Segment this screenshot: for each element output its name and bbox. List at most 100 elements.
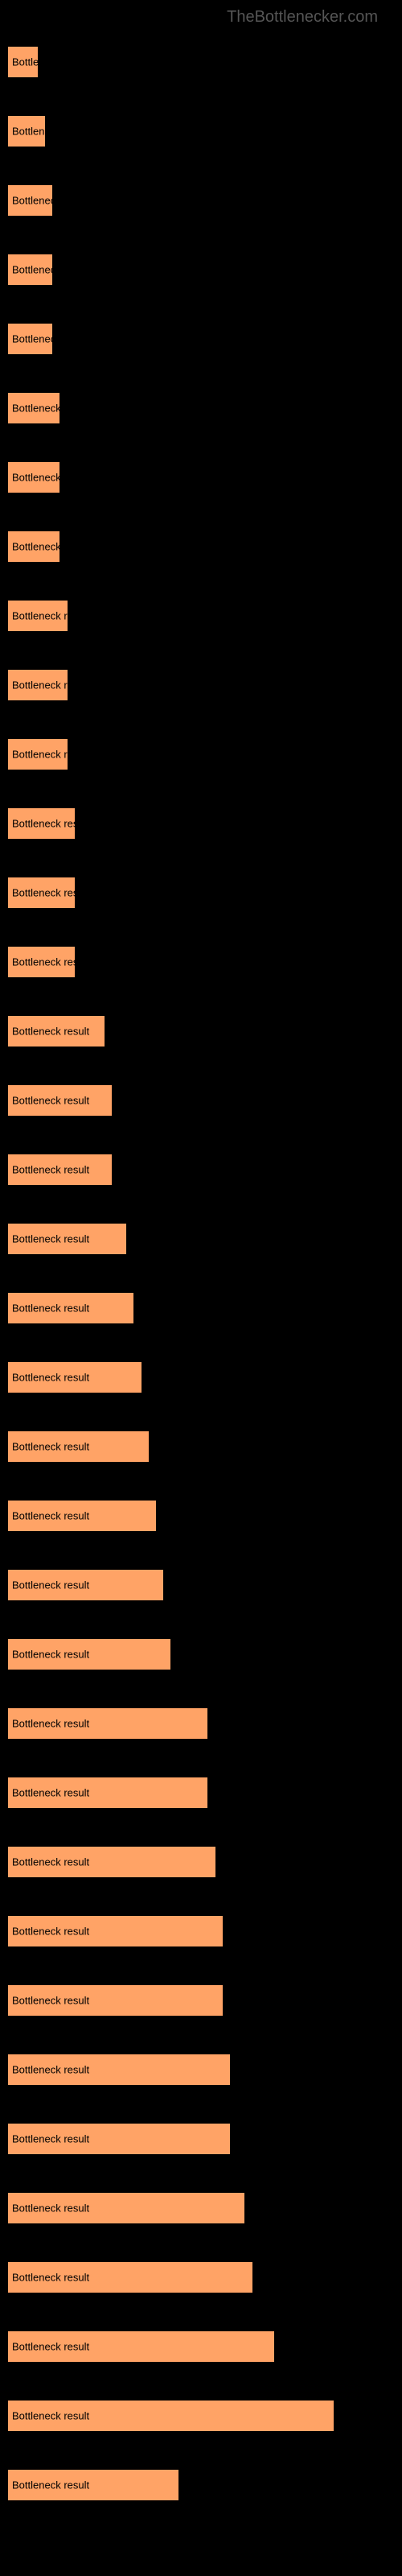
bar-inner-label: Bottleneck result: [12, 1441, 89, 1453]
bottleneck-bar: Bottleneck result: [8, 877, 75, 908]
bar-inner-label: Bottleneck result: [12, 679, 89, 691]
bar-row: Bottleneck result: [8, 324, 394, 354]
bottleneck-bar: Bottleneck result: [8, 1639, 170, 1670]
bar-row: Bottleneck result: [8, 254, 394, 285]
bottleneck-bar: Bottleneck result: [8, 324, 52, 354]
bar-inner-label: Bottleneck result: [12, 541, 89, 553]
bottleneck-bar: Bottleneck result: [8, 393, 59, 423]
bar-row: Bottleneck result: [8, 185, 394, 216]
bar-inner-label: Bottleneck result: [12, 333, 89, 345]
bar-row: Bottleneck result: [8, 1570, 394, 1600]
bar-row: Bottleneck result: [8, 116, 394, 147]
bar-inner-label: Bottleneck result: [12, 195, 89, 207]
bar-inner-label: Bottleneck result: [12, 1510, 89, 1522]
bottleneck-bar: Bottleneck result: [8, 601, 68, 631]
bar-inner-label: Bottleneck result: [12, 1926, 89, 1938]
bottleneck-bar: Bottleneck result: [8, 254, 52, 285]
bar-row: Bottleneck result: [8, 670, 394, 700]
bottleneck-bar: Bottleneck result: [8, 1154, 112, 1185]
bottleneck-bar: Bottleneck result: [8, 1501, 156, 1531]
bar-row: Bottleneck result: [8, 1847, 394, 1877]
bar-row: Bottleneck result: [8, 2262, 394, 2293]
bottleneck-bar: Bottleneck result: [8, 1708, 207, 1739]
bottleneck-chart: Bottleneck resultBottleneck resultBottle…: [8, 39, 394, 2547]
bar-row: Bottleneck result: [8, 1501, 394, 1531]
bar-inner-label: Bottleneck result: [12, 956, 89, 968]
bottleneck-bar: Bottleneck result: [8, 2124, 230, 2154]
bar-row: Bottleneck result: [8, 2054, 394, 2085]
bar-inner-label: Bottleneck result: [12, 472, 89, 484]
bottleneck-bar: Bottleneck result: [8, 1777, 207, 1808]
bar-row: Bottleneck result: [8, 1985, 394, 2016]
bar-inner-label: Bottleneck result: [12, 1856, 89, 1868]
bottleneck-bar: Bottleneck result: [8, 531, 59, 562]
bar-row: Bottleneck result: [8, 1154, 394, 1185]
bar-inner-label: Bottleneck result: [12, 1787, 89, 1799]
bar-inner-label: Bottleneck result: [12, 1995, 89, 2007]
bar-inner-label: Bottleneck result: [12, 749, 89, 761]
bottleneck-bar: Bottleneck result: [8, 2401, 334, 2431]
bar-row: Bottleneck result: [8, 1431, 394, 1462]
bar-row: Bottleneck result: [8, 2193, 394, 2223]
bar-inner-label: Bottleneck result: [12, 818, 89, 830]
bottleneck-bar: Bottleneck result: [8, 1362, 142, 1393]
bar-row: Bottleneck result: [8, 877, 394, 908]
bottleneck-bar: Bottleneck result: [8, 670, 68, 700]
bottleneck-bar: Bottleneck result: [8, 1016, 105, 1046]
bottleneck-bar: Bottleneck result: [8, 185, 52, 216]
bar-row: Bottleneck result: [8, 531, 394, 562]
bar-row: Bottleneck result: [8, 462, 394, 493]
bar-inner-label: Bottleneck result: [12, 264, 89, 276]
bar-inner-label: Bottleneck result: [12, 2202, 89, 2215]
bottleneck-bar: Bottleneck result: [8, 1916, 223, 1946]
bar-inner-label: Bottleneck result: [12, 1579, 89, 1591]
bottleneck-bar: Bottleneck result: [8, 2054, 230, 2085]
bar-row: Bottleneck result: [8, 947, 394, 977]
bottleneck-bar: Bottleneck result: [8, 1224, 126, 1254]
bar-inner-label: Bottleneck result: [12, 1649, 89, 1661]
bar-row: Bottleneck result: [8, 1777, 394, 1808]
bar-row: Bottleneck result: [8, 1016, 394, 1046]
bottleneck-bar: Bottleneck result: [8, 462, 59, 493]
bar-inner-label: Bottleneck result: [12, 887, 89, 899]
bottleneck-bar: Bottleneck result: [8, 2193, 244, 2223]
bottleneck-bar: Bottleneck result: [8, 2262, 252, 2293]
bar-row: Bottleneck result: [8, 1639, 394, 1670]
bar-row: Bottleneck result: [8, 1708, 394, 1739]
bottleneck-bar: Bottleneck result: [8, 1085, 112, 1116]
bottleneck-bar: Bottleneck result: [8, 1293, 133, 1323]
bar-inner-label: Bottleneck result: [12, 402, 89, 415]
bar-inner-label: Bottleneck result: [12, 2272, 89, 2284]
bar-row: Bottleneck result: [8, 808, 394, 839]
bar-inner-label: Bottleneck result: [12, 1718, 89, 1730]
bottleneck-bar: Bottleneck result: [8, 116, 45, 147]
bar-inner-label: Bottleneck result: [12, 1095, 89, 1107]
bar-inner-label: Bottleneck result: [12, 2341, 89, 2353]
bar-row: Bottleneck result: [8, 601, 394, 631]
bottleneck-bar: Bottleneck result: [8, 2331, 274, 2362]
bottleneck-bar: Bottleneck result: [8, 1847, 215, 1877]
bottleneck-bar: Bottleneck result: [8, 47, 38, 77]
bar-row: Bottleneck result: [8, 1224, 394, 1254]
bar-row: Bottleneck result: [8, 2470, 394, 2500]
bar-row: Bottleneck result: [8, 1362, 394, 1393]
bar-row: Bottleneck result: [8, 1916, 394, 1946]
bottleneck-bar: Bottleneck result: [8, 808, 75, 839]
bar-row: Bottleneck result: [8, 2124, 394, 2154]
bar-row: Bottleneck result: [8, 47, 394, 77]
bar-inner-label: Bottleneck result: [12, 1233, 89, 1245]
bar-inner-label: Bottleneck result: [12, 2064, 89, 2076]
bar-inner-label: Bottleneck result: [12, 2410, 89, 2422]
watermark-text: TheBottlenecker.com: [8, 8, 394, 27]
bottleneck-bar: Bottleneck result: [8, 1570, 163, 1600]
bar-row: Bottleneck result: [8, 739, 394, 770]
bar-inner-label: Bottleneck result: [12, 610, 89, 622]
bar-inner-label: Bottleneck result: [12, 1302, 89, 1315]
bar-inner-label: Bottleneck result: [12, 2479, 89, 2491]
bar-inner-label: Bottleneck result: [12, 56, 89, 68]
bar-inner-label: Bottleneck result: [12, 126, 89, 138]
bottleneck-bar: Bottleneck result: [8, 1985, 223, 2016]
bar-row: Bottleneck result: [8, 2401, 394, 2431]
bar-inner-label: Bottleneck result: [12, 2133, 89, 2145]
bar-row: Bottleneck result: [8, 393, 394, 423]
